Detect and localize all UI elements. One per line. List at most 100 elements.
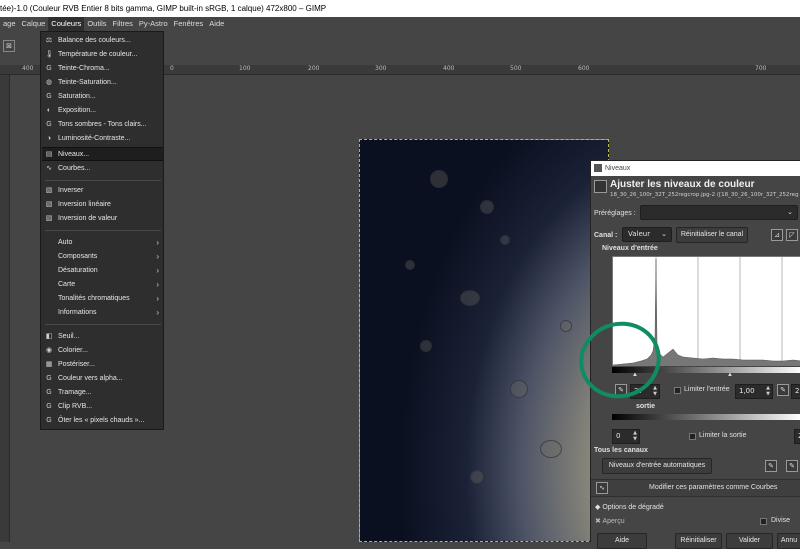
hue-saturation-icon: ◍ <box>45 79 53 86</box>
output-high-spinner[interactable]: 2 <box>794 429 800 444</box>
menu-fenetres[interactable]: Fenêtres <box>171 17 207 31</box>
menu-item-carte[interactable]: Carte › <box>42 278 163 292</box>
menu-item-saturation[interactable]: G Saturation... <box>42 90 163 104</box>
black-picker-icon[interactable]: ✎ <box>765 460 777 472</box>
log-histogram-icon[interactable]: ◸ <box>786 229 798 241</box>
chevron-down-icon: ⌄ <box>661 230 667 238</box>
menu-item-tonalites[interactable]: Tonalités chromatiques › <box>42 292 163 306</box>
reset-button[interactable]: Réinitialiser <box>675 533 722 549</box>
gamma-marker[interactable]: ▲ <box>727 372 733 378</box>
crater <box>430 170 448 188</box>
menu-item-inverser[interactable]: ▧ Inverser <box>42 184 163 198</box>
white-picker-icon[interactable]: ✎ <box>777 384 789 396</box>
menu-py-astro[interactable]: Py-Astro <box>136 17 171 31</box>
menu-item-pixels-chauds[interactable]: G Ôter les « pixels chauds »... <box>42 414 163 428</box>
menu-item-teinte-saturation[interactable]: ◍ Teinte-Saturation... <box>42 76 163 90</box>
menu-item-colorier[interactable]: ◉ Colorier... <box>42 344 163 358</box>
ok-button[interactable]: Valider <box>726 533 773 549</box>
menu-item-teinte-chroma[interactable]: G Teinte-Chroma... <box>42 62 163 76</box>
auto-input-levels-button[interactable]: Niveaux d'entrée automatiques <box>602 458 712 474</box>
menu-item-inversion-valeur[interactable]: ▧ Inversion de valeur <box>42 212 163 226</box>
menu-item-courbes[interactable]: ∿ Courbes... <box>42 162 163 176</box>
gegl-icon: G <box>46 389 52 396</box>
split-checkbox[interactable] <box>760 518 767 525</box>
input-high-spinner[interactable]: 2 <box>791 384 800 399</box>
cancel-button[interactable]: Annu <box>777 533 800 549</box>
input-levels-label: Niveaux d'entrée <box>602 245 658 252</box>
dialog-title-bar[interactable]: Niveaux <box>591 161 800 176</box>
ruler-mark: 600 <box>578 65 590 72</box>
chevron-down-icon: ⌄ <box>787 208 793 216</box>
balance-icon: ⚖ <box>45 37 53 44</box>
menu-item-posteriser[interactable]: ▦ Postériser... <box>42 358 163 372</box>
menu-couleurs[interactable]: Couleurs <box>48 17 85 31</box>
menu-item-desaturation[interactable]: Désaturation › <box>42 264 163 278</box>
menu-aide[interactable]: Aide <box>206 17 227 31</box>
menu-calque[interactable]: Calque <box>19 17 49 31</box>
blend-options-expander[interactable]: ◆ Options de dégradé <box>595 503 664 511</box>
edit-as-curves-label: Modifier ces paramètres comme Courbes <box>649 484 778 491</box>
menu-item-exposition[interactable]: ◐ Exposition... <box>42 104 163 118</box>
menu-item-balance-couleurs[interactable]: ⚖ Balance des couleurs... <box>42 34 163 48</box>
menu-item-inversion-lineaire[interactable]: ▧ Inversion linéaire <box>42 198 163 212</box>
preview-checkbox[interactable]: ✖ Aperçu <box>595 517 625 525</box>
tool-options-icon[interactable]: ⊠ <box>3 40 15 52</box>
output-low-spinner[interactable]: 0 ▲ ▼ <box>612 429 640 444</box>
invert-icon: ▧ <box>45 187 53 194</box>
menu-item-seuil[interactable]: ◧ Seuil... <box>42 330 163 344</box>
window-title: tée)-1.0 (Couleur RVB Entier 8 bits gamm… <box>0 4 327 13</box>
menu-separator <box>45 230 161 231</box>
gamma-spinner[interactable]: 1,00 ▲ ▼ <box>735 384 773 399</box>
submenu-arrow-icon: › <box>156 280 159 289</box>
gimp-icon <box>594 164 602 172</box>
menu-item-informations[interactable]: Informations › <box>42 306 163 320</box>
crater <box>420 340 432 352</box>
edit-as-curves-row[interactable]: ∿ Modifier ces paramètres comme Courbes <box>591 479 800 497</box>
menu-item-couleur-alpha[interactable]: G Couleur vers alpha... <box>42 372 163 386</box>
menu-item-tons[interactable]: G Tons sombres - Tons clairs... <box>42 118 163 132</box>
menu-filtres[interactable]: Filtres <box>109 17 135 31</box>
gegl-icon: G <box>46 93 52 100</box>
menu-item-temperature[interactable]: 🌡 Température de couleur... <box>42 48 163 62</box>
menu-bar: age Calque Couleurs Outils Filtres Py-As… <box>0 17 800 31</box>
menu-outils[interactable]: Outils <box>84 17 109 31</box>
crater <box>560 320 572 332</box>
output-levels-label: sortie <box>636 403 656 410</box>
menu-item-clip-rvb[interactable]: G Clip RVB... <box>42 400 163 414</box>
ruler-mark: 700 <box>755 65 767 72</box>
ruler-mark: 400 <box>443 65 455 72</box>
reset-channel-button[interactable]: Réinitialiser le canal <box>676 227 748 243</box>
crater <box>500 235 510 245</box>
grey-picker-icon[interactable]: ✎ <box>786 460 798 472</box>
linear-histogram-icon[interactable]: ⊿ <box>771 229 783 241</box>
limit-input-label: Limiter l'entrée <box>684 386 730 393</box>
ruler-mark: 500 <box>510 65 522 72</box>
gegl-icon: G <box>46 375 52 382</box>
channel-combo[interactable]: Valeur ⌄ <box>622 227 672 242</box>
invert-icon: ▧ <box>45 201 53 208</box>
submenu-arrow-icon: › <box>156 308 159 317</box>
gegl-icon: G <box>46 65 52 72</box>
dialog-subheading: 18_30_26_100r_32T_252regcrop.jpg-2 ([18_… <box>610 192 799 198</box>
menu-item-composants[interactable]: Composants › <box>42 250 163 264</box>
menu-item-niveaux[interactable]: ▤ Niveaux... <box>42 147 163 161</box>
vertical-ruler[interactable] <box>0 75 10 542</box>
menu-item-tramage[interactable]: G Tramage... <box>42 386 163 400</box>
menu-image[interactable]: age <box>0 17 19 31</box>
moon-image[interactable] <box>359 139 609 542</box>
crater <box>405 260 415 270</box>
menu-item-auto[interactable]: Auto › <box>42 236 163 250</box>
ruler-mark: 0 <box>170 65 174 72</box>
menu-item-luminosite-contraste[interactable]: ◑ Luminosité-Contraste... <box>42 132 163 146</box>
ruler-mark: 400 <box>22 65 34 72</box>
limit-output-checkbox[interactable] <box>689 433 696 440</box>
channel-label: Canal : <box>594 232 618 239</box>
presets-combo[interactable]: ⌄ <box>640 205 798 220</box>
limit-input-checkbox[interactable] <box>674 387 681 394</box>
crater <box>540 440 562 458</box>
ruler-mark: 100 <box>239 65 251 72</box>
help-button[interactable]: Aide <box>597 533 647 549</box>
submenu-arrow-icon: › <box>156 238 159 247</box>
contrast-icon: ◑ <box>46 135 52 142</box>
exposure-icon: ◐ <box>46 107 52 114</box>
